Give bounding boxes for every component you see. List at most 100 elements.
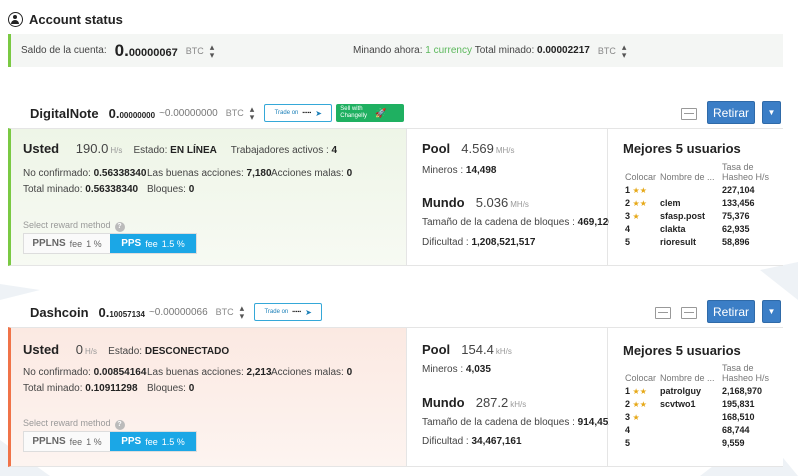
pplns-option[interactable]: PPLNS fee 1 %	[24, 432, 110, 451]
gold-medal-icon: ★★	[632, 185, 647, 195]
pool-hashrate: 154.4	[461, 342, 494, 357]
table-row: 1 ★★ 227,104	[625, 184, 755, 195]
top-users-table: Colocar Nombre de ... Tasa de Hasheo H/s …	[625, 363, 773, 449]
top-users-title: Mejores 5 usuarios	[623, 141, 741, 156]
pps-option[interactable]: PPS fee 1.5 %	[110, 234, 196, 253]
user-hash-unit: H/s	[110, 146, 123, 155]
chain-size-label: Tamaño de la cadena de bloques :	[422, 417, 575, 428]
top-users: Mejores 5 usuarios Colocar Nombre de ...…	[609, 129, 783, 265]
user-stats: Usted 0 H/s Estado: DESCONECTADO No conf…	[11, 328, 407, 466]
bad-shares-value: 0	[346, 367, 353, 378]
user-title: Usted	[23, 141, 60, 156]
miners-label: Mineros :	[422, 165, 464, 176]
payout-settings-icon[interactable]	[681, 307, 697, 319]
top-users: Mejores 5 usuarios Colocar Nombre de ...…	[609, 328, 783, 466]
bad-shares-label: Acciones malas:	[271, 367, 344, 378]
difficulty-label: Dificultad :	[422, 436, 469, 447]
blocks-label: Bloques:	[147, 383, 186, 394]
currency-switch-icon[interactable]: ▴ ▾	[210, 42, 215, 59]
status-value: DESCONECTADO	[144, 346, 230, 357]
bronze-medal-icon: ★	[632, 412, 640, 422]
withdraw-dropdown-caret[interactable]: ▼	[762, 101, 781, 124]
withdraw-button[interactable]: Retirar	[707, 300, 755, 323]
table-row: 3 ★ 168,510	[625, 411, 755, 422]
col-rate: Tasa de Hasheo H/s	[722, 162, 770, 182]
reward-method-label: Select reward method	[23, 418, 111, 428]
withdraw-button[interactable]: Retirar	[707, 101, 755, 124]
trade-on-button[interactable]: Trade on ▪▪▪▪▪ ➤	[264, 104, 333, 122]
difficulty-label: Dificultad :	[422, 237, 469, 248]
pool-hash-unit: MH/s	[495, 146, 515, 155]
good-shares-label: Las buenas acciones:	[147, 367, 244, 378]
silver-medal-icon: ★★	[632, 399, 647, 409]
coin-header-digitalnote: DigitalNote 0.00000000 ~0.00000000 BTC ▴…	[30, 102, 405, 124]
workers-value: 4	[331, 145, 338, 156]
help-icon[interactable]: ?	[114, 222, 125, 232]
currency-switch-icon[interactable]: ▴ ▾	[240, 304, 245, 321]
user-stats: Usted 190.0 H/s Estado: EN LÍNEA Trabaja…	[11, 129, 407, 265]
good-shares-value: 2,213	[246, 367, 272, 378]
payout-settings-icon[interactable]	[681, 108, 697, 120]
total-mined-value: 0.00002217	[537, 45, 590, 56]
coin-name: Dashcoin	[30, 304, 89, 320]
account-balance-bar: Saldo de la cuenta: 0.00000067 BTC ▴ ▾ Mi…	[8, 34, 783, 67]
blocks-label: Bloques:	[147, 184, 186, 195]
upload-icon[interactable]	[655, 307, 671, 319]
coin-panel-dashcoin: Usted 0 H/s Estado: DESCONECTADO No conf…	[8, 327, 783, 467]
col-place: Colocar	[625, 373, 657, 383]
sell-with-changelly-button[interactable]: Sell with Changelly 🚀	[336, 104, 405, 122]
exchange-logo-icon: ▪▪▪▪▪	[302, 110, 312, 116]
user-icon	[8, 11, 23, 27]
total-mined-unit: BTC	[597, 45, 616, 56]
account-header: Account status	[8, 10, 123, 28]
blocks-value: 0	[188, 184, 195, 195]
trade-on-button[interactable]: Trade on ▪▪▪▪▪ ➤	[254, 303, 323, 321]
mined-label: Total minado:	[23, 383, 83, 394]
user-hashrate: 0	[75, 342, 84, 357]
chain-size-label: Tamaño de la cadena de bloques :	[422, 217, 575, 228]
miners-value: 14,498	[465, 165, 497, 176]
bad-shares-value: 0	[346, 168, 353, 179]
world-hashrate: 5.036	[475, 195, 509, 210]
bad-shares-label: Acciones malas:	[271, 168, 344, 179]
table-row: 2 ★★ clem 133,456	[625, 197, 755, 208]
top-users-title: Mejores 5 usuarios	[623, 343, 741, 358]
mining-currency-link[interactable]: 1 currency	[425, 45, 472, 56]
world-hash-unit: MH/s	[510, 200, 529, 209]
pool-title: Pool	[422, 342, 451, 357]
table-row: 3 ★ sfasp.post 75,376	[625, 210, 750, 221]
user-hash-unit: H/s	[85, 347, 98, 356]
currency-switch-icon[interactable]: ▴ ▾	[250, 105, 255, 122]
unconfirmed-label: No confirmado:	[23, 168, 91, 179]
col-name: Nombre de ...	[660, 172, 715, 182]
withdraw-dropdown-caret[interactable]: ▼	[762, 300, 781, 323]
unconfirmed-label: No confirmado:	[23, 367, 91, 378]
balance-unit: BTC	[185, 45, 204, 56]
mining-label: Minando ahora:	[353, 45, 423, 56]
help-icon[interactable]: ?	[114, 420, 125, 430]
mining-summary: Minando ahora: 1 currency Total minado: …	[353, 34, 626, 67]
table-row: 1 ★★ patrolguy 2,168,970	[625, 385, 763, 396]
user-title: Usted	[23, 342, 60, 357]
table-row: 5 rioresult 58,896	[625, 236, 750, 247]
reward-method-selector: PPLNS fee 1 % PPS fee 1.5 %	[23, 233, 197, 254]
rocket-icon: 🚀	[374, 107, 387, 118]
col-rate: Tasa de Hasheo H/s	[722, 363, 770, 383]
mined-value: 0.56338340	[85, 184, 139, 195]
table-row: 5 9,559	[625, 437, 745, 448]
coin-panel-digitalnote: Usted 190.0 H/s Estado: EN LÍNEA Trabaja…	[8, 128, 783, 266]
table-row: 4 68,744	[625, 424, 750, 435]
pplns-option[interactable]: PPLNS fee 1 %	[24, 234, 110, 253]
currency-switch-icon[interactable]: ▴ ▾	[622, 42, 627, 59]
pps-option[interactable]: PPS fee 1.5 %	[110, 432, 196, 451]
coin-header-dashcoin: Dashcoin 0.10057134 ~0.00000066 BTC ▴ ▾ T…	[30, 301, 323, 323]
exchange-logo-icon: ▪▪▪▪▪	[292, 309, 302, 315]
total-mined-label: Total minado:	[474, 45, 535, 56]
difficulty-value: 1,208,521,517	[471, 237, 536, 248]
miners-value: 4,035	[465, 364, 491, 375]
world-title: Mundo	[422, 195, 465, 210]
col-place: Colocar	[625, 172, 657, 182]
mined-label: Total minado:	[23, 184, 83, 195]
silver-medal-icon: ★★	[632, 198, 647, 208]
world-hash-unit: kH/s	[510, 400, 527, 409]
